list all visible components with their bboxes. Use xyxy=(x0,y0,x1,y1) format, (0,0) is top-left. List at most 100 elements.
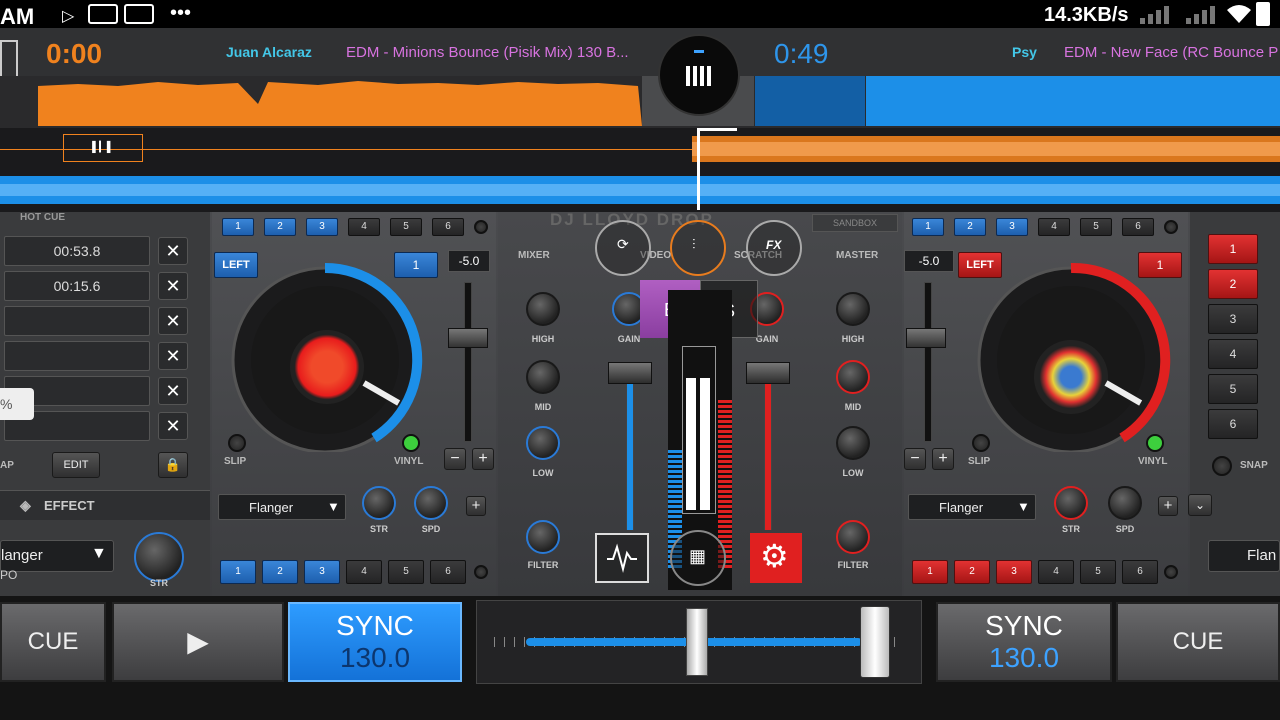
deck-b-str-knob[interactable] xyxy=(1054,486,1088,520)
deck-a-cue-button[interactable]: CUE xyxy=(0,602,106,682)
deck-b-pad-mode-button[interactable] xyxy=(1164,220,1178,234)
deck-b-top-pad-4[interactable]: 4 xyxy=(1038,218,1070,236)
deck-a-sync-button[interactable]: SYNC 130.0 xyxy=(288,602,462,682)
deck-a-top-pad-5[interactable]: 5 xyxy=(390,218,422,236)
deck-b-bottom-pad-4[interactable]: 4 xyxy=(1038,560,1074,584)
deck-b-expand-button[interactable]: ⌄ xyxy=(1188,494,1212,516)
deck-a-pitch-fader[interactable] xyxy=(464,282,472,442)
deck-b-top-pad-6[interactable]: 6 xyxy=(1122,218,1154,236)
deck-b-bottom-pad-5[interactable]: 5 xyxy=(1080,560,1116,584)
deck-b-bottom-pad-1[interactable]: 1 xyxy=(912,560,948,584)
deck-a-vinyl-label[interactable] xyxy=(290,330,364,404)
deck-b-side-effect-select[interactable]: Flan xyxy=(1208,540,1280,572)
deck-a-high-knob[interactable] xyxy=(526,292,560,326)
deck-a-pitch-plus[interactable]: + xyxy=(472,448,494,470)
deck-a-play-button[interactable]: ▶ xyxy=(112,602,284,682)
deck-a-bottom-pad-5[interactable]: 5 xyxy=(388,560,424,584)
deck-b-top-pad-5[interactable]: 5 xyxy=(1080,218,1112,236)
deck-b-vinyl-button[interactable] xyxy=(1146,434,1164,452)
deck-b-top-pad-3[interactable]: 3 xyxy=(996,218,1028,236)
hot-cue-slot-1[interactable]: 00:53.8 xyxy=(4,236,150,266)
deck-a-top-pad-3[interactable]: 3 xyxy=(306,218,338,236)
deck-b-overview-played[interactable] xyxy=(755,76,865,126)
deck-a-top-pad-6[interactable]: 6 xyxy=(432,218,464,236)
hot-cue-delete-5[interactable]: ✕ xyxy=(158,377,188,405)
waveform-view-button[interactable] xyxy=(595,533,649,583)
deck-b-bottom-pad-mode[interactable] xyxy=(1164,565,1178,579)
deck-b-slip-button[interactable] xyxy=(972,434,990,452)
deck-b-hot-cue-3[interactable]: 3 xyxy=(1208,304,1258,334)
deck-b-add-effect[interactable]: + xyxy=(1158,496,1178,516)
deck-a-pitch-handle[interactable] xyxy=(448,328,488,348)
deck-a-effect-select[interactable]: Flanger ▼ xyxy=(218,494,346,520)
deck-b-pitch-plus[interactable]: + xyxy=(932,448,954,470)
deck-a-top-pad-2[interactable]: 2 xyxy=(264,218,296,236)
deck-b-hot-cue-4[interactable]: 4 xyxy=(1208,339,1258,369)
deck-a-spd-knob[interactable] xyxy=(414,486,448,520)
deck-b-pitch-minus[interactable]: − xyxy=(904,448,926,470)
deck-b-vinyl-label[interactable] xyxy=(1034,340,1108,414)
deck-a-bottom-pad-6[interactable]: 6 xyxy=(430,560,466,584)
deck-a-pad-mode-button[interactable] xyxy=(474,220,488,234)
hot-cue-slot-3[interactable] xyxy=(4,306,150,336)
deck-b-effect-select[interactable]: Flanger ▼ xyxy=(908,494,1036,520)
lock-button[interactable]: 🔒 xyxy=(158,452,188,478)
deck-b-high-knob[interactable] xyxy=(836,292,870,326)
deck-a-filter-knob[interactable] xyxy=(526,520,560,554)
deck-b-bottom-pad-6[interactable]: 6 xyxy=(1122,560,1158,584)
mixer-mode-button[interactable]: ⫶ xyxy=(670,220,726,276)
hot-cue-slot-2[interactable]: 00:15.6 xyxy=(4,271,150,301)
deck-a-bottom-pad-3[interactable]: 3 xyxy=(304,560,340,584)
deck-b-hot-cue-1[interactable]: 1 xyxy=(1208,234,1258,264)
deck-b-bottom-pad-2[interactable]: 2 xyxy=(954,560,990,584)
hot-cue-delete-2[interactable]: ✕ xyxy=(158,272,188,300)
grid-view-button[interactable]: ▦ xyxy=(670,530,726,586)
deck-a-top-pad-1[interactable]: 1 xyxy=(222,218,254,236)
deck-b-top-pad-1[interactable]: 1 xyxy=(912,218,944,236)
deck-b-low-knob[interactable] xyxy=(836,426,870,460)
deck-b-filter-knob[interactable] xyxy=(836,520,870,554)
fx-mode-button[interactable]: FX xyxy=(746,220,802,276)
deck-b-hot-cue-2[interactable]: 2 xyxy=(1208,269,1258,299)
hot-cue-delete-1[interactable]: ✕ xyxy=(158,237,188,265)
deck-b-channel-handle[interactable] xyxy=(746,362,790,384)
deck-b-top-pad-2[interactable]: 2 xyxy=(954,218,986,236)
edit-button[interactable]: EDIT xyxy=(52,452,100,478)
deck-a-bottom-pad-mode[interactable] xyxy=(474,565,488,579)
deck-b-pitch-fader[interactable] xyxy=(924,282,932,442)
deck-b-cue-button[interactable]: CUE xyxy=(1116,602,1280,682)
deck-a-add-effect[interactable]: + xyxy=(466,496,486,516)
hot-cue-delete-6[interactable]: ✕ xyxy=(158,412,188,440)
deck-a-str-knob[interactable] xyxy=(362,486,396,520)
deck-a-bottom-pad-4[interactable]: 4 xyxy=(346,560,382,584)
hot-cue-delete-4[interactable]: ✕ xyxy=(158,342,188,370)
side-str-knob[interactable] xyxy=(134,532,184,582)
vinyl-button[interactable] xyxy=(402,434,420,452)
deck-a-top-pad-4[interactable]: 4 xyxy=(348,218,380,236)
hot-cue-slot-4[interactable] xyxy=(4,341,150,371)
sync-mode-button[interactable]: ⟳ xyxy=(595,220,651,276)
deck-b-pitch-handle[interactable] xyxy=(906,328,946,348)
percent-tab[interactable]: % xyxy=(0,388,34,420)
deck-b-sync-button[interactable]: SYNC 130.0 xyxy=(936,602,1112,682)
slip-button[interactable] xyxy=(228,434,246,452)
deck-b-overview-waveform[interactable] xyxy=(866,76,1280,126)
sandbox-button[interactable]: SANDBOX xyxy=(812,214,898,232)
deck-b-snap-button[interactable] xyxy=(1212,456,1232,476)
deck-a-mid-knob[interactable] xyxy=(526,360,560,394)
crossfader-end-handle[interactable] xyxy=(860,606,890,678)
menu-button[interactable] xyxy=(658,34,740,116)
hot-cue-delete-3[interactable]: ✕ xyxy=(158,307,188,335)
deck-a-pitch-minus[interactable]: − xyxy=(444,448,466,470)
deck-a-bottom-pad-2[interactable]: 2 xyxy=(262,560,298,584)
deck-b-hot-cue-5[interactable]: 5 xyxy=(1208,374,1258,404)
deck-b-mid-knob[interactable] xyxy=(836,360,870,394)
deck-a-low-knob[interactable] xyxy=(526,426,560,460)
deck-b-hot-cue-6[interactable]: 6 xyxy=(1208,409,1258,439)
deck-b-spd-knob[interactable] xyxy=(1108,486,1142,520)
master-tab[interactable]: MASTER xyxy=(836,250,878,261)
crossfader-handle[interactable] xyxy=(686,608,708,676)
deck-a-bottom-pad-1[interactable]: 1 xyxy=(220,560,256,584)
deck-b-bottom-pad-3[interactable]: 3 xyxy=(996,560,1032,584)
mixer-tab[interactable]: MIXER xyxy=(518,250,550,261)
